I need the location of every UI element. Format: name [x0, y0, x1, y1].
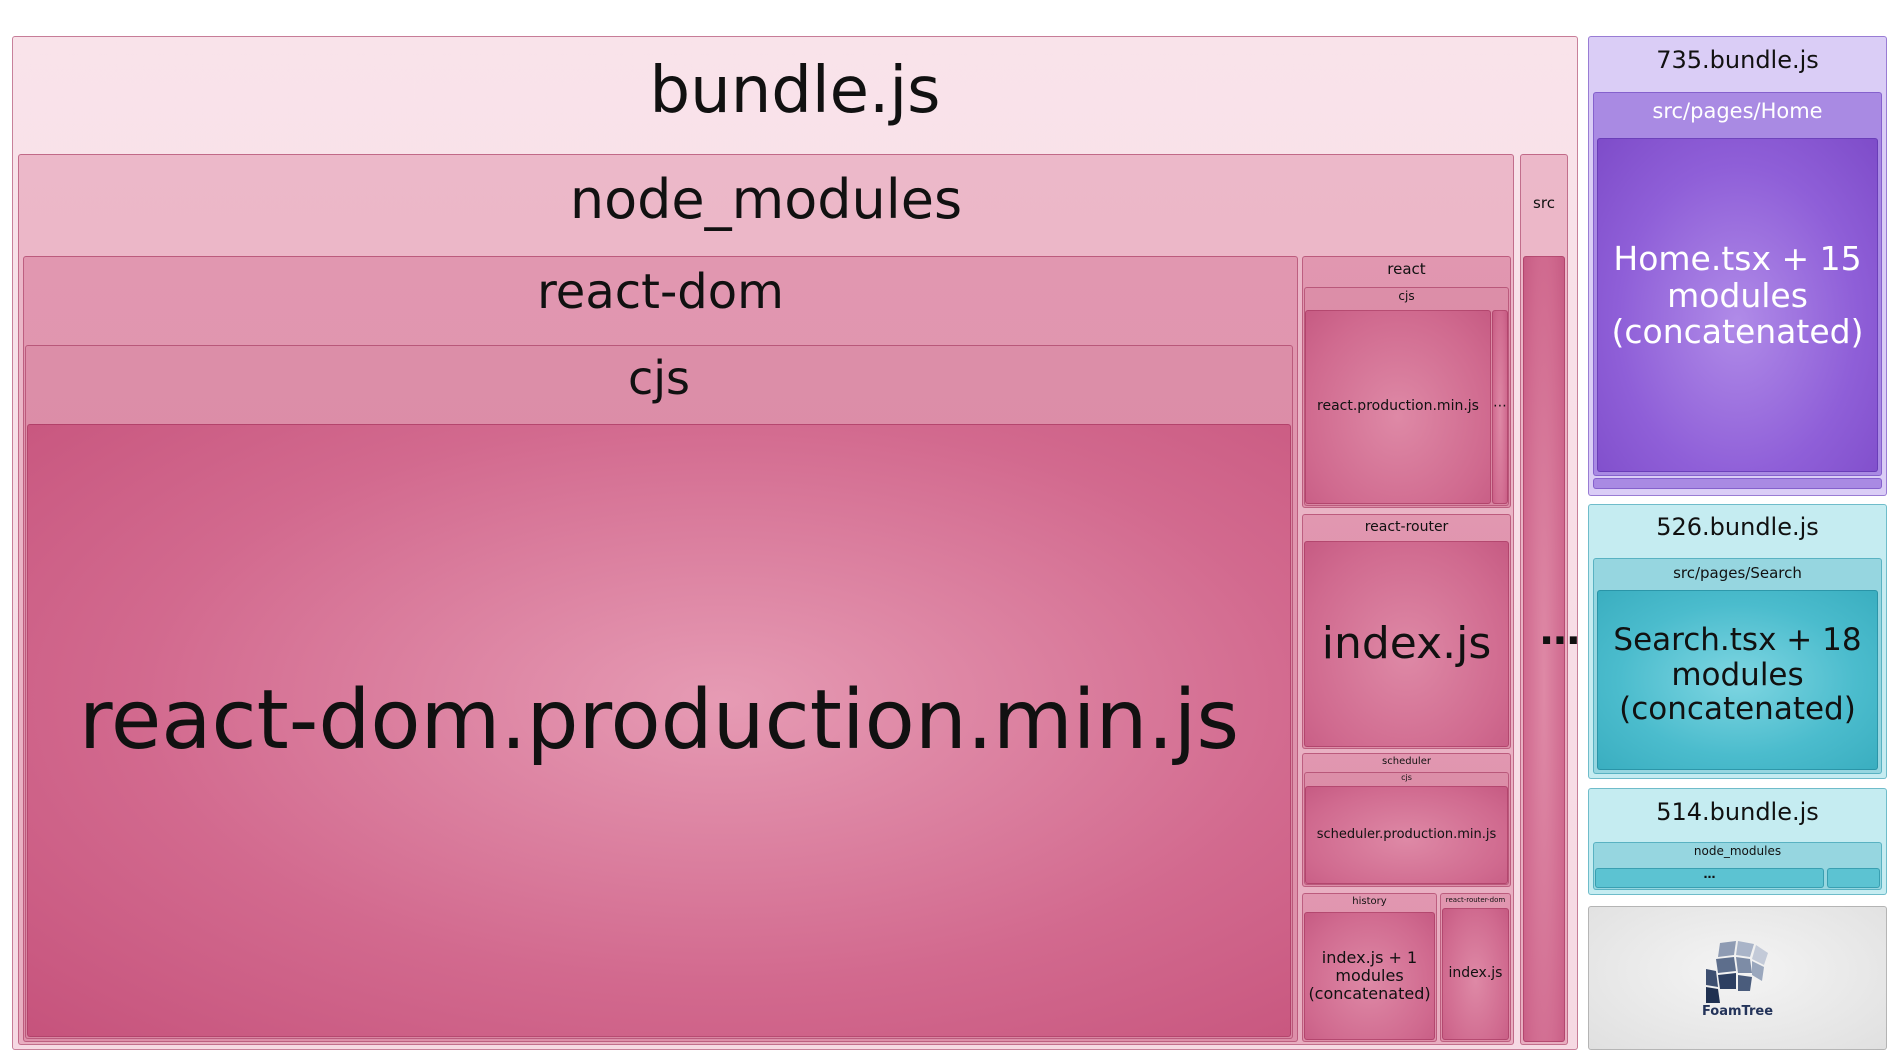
scheduler-cjs-label: cjs: [1401, 773, 1412, 782]
foamtree-logo-text: FoamTree: [1701, 1004, 1774, 1019]
scheduler-production-min-js[interactable]: scheduler.production.min.js: [1305, 786, 1508, 884]
chunk-735-label: 735.bundle.js: [1656, 46, 1819, 74]
react-cjs-label: cjs: [1398, 289, 1415, 303]
chunk-514-module-a[interactable]: ⋯: [1595, 868, 1824, 888]
src-label: src: [1533, 194, 1555, 212]
react-label: react: [1387, 260, 1426, 278]
search-tsx-label: Search.tsx + 18 modules (concatenated): [1613, 621, 1862, 728]
bundle-js-label: bundle.js: [649, 54, 941, 128]
react-router-dom-index-js-label: index.js: [1448, 965, 1503, 982]
chunk-526-label: 526.bundle.js: [1656, 513, 1819, 541]
search-tsx-concatenated[interactable]: Search.tsx + 18 modules (concatenated): [1597, 590, 1878, 770]
history-label: history: [1352, 896, 1387, 907]
chunk-514-label: 514.bundle.js: [1656, 798, 1819, 826]
react-dom-cjs-label: cjs: [627, 351, 691, 405]
src-pages-home-label: src/pages/Home: [1652, 99, 1823, 123]
react-router-index-js-label: index.js: [1321, 618, 1492, 670]
react-dom-production-min-js-label: react-dom.production.min.js: [78, 672, 1240, 768]
chunk-514-module-b[interactable]: [1827, 868, 1880, 888]
home-tsx-label: Home.tsx + 15 modules (concatenated): [1611, 238, 1864, 352]
foamtree-panel: FoamTree: [1588, 906, 1887, 1050]
react-router-label: react-router: [1364, 519, 1449, 535]
react-router-dom-index-js[interactable]: index.js: [1442, 908, 1509, 1040]
foamtree-logo-icon: [1706, 941, 1768, 1003]
react-dom-production-min-js[interactable]: react-dom.production.min.js: [27, 424, 1291, 1037]
react-production-min-js[interactable]: react.production.min.js: [1305, 310, 1491, 504]
react-dom-label: react-dom: [537, 264, 784, 320]
react-more-ellipsis: ⋯: [1493, 398, 1507, 415]
react-more-modules[interactable]: ⋯: [1492, 310, 1508, 504]
bundle-more-ellipsis: ⋯: [1540, 618, 1580, 664]
chunk-514-more-ellipsis: ⋯: [1703, 870, 1716, 885]
react-router-dom-label: react-router-dom: [1445, 896, 1506, 904]
scheduler-label: scheduler: [1382, 756, 1431, 767]
react-production-min-js-label: react.production.min.js: [1317, 398, 1479, 415]
chunk-735-small-module[interactable]: [1593, 478, 1882, 489]
src-pages-search-label: src/pages/Search: [1673, 564, 1802, 582]
history-index-js-label: index.js + 1 modules (concatenated): [1308, 948, 1431, 1003]
history-index-js-concatenated[interactable]: index.js + 1 modules (concatenated): [1304, 912, 1435, 1040]
home-tsx-concatenated[interactable]: Home.tsx + 15 modules (concatenated): [1597, 138, 1878, 472]
chunk-514-node-modules-label: node_modules: [1693, 844, 1782, 858]
node-modules-label: node_modules: [569, 168, 963, 231]
scheduler-production-min-js-label: scheduler.production.min.js: [1316, 826, 1497, 842]
react-router-index-js[interactable]: index.js: [1304, 541, 1509, 747]
